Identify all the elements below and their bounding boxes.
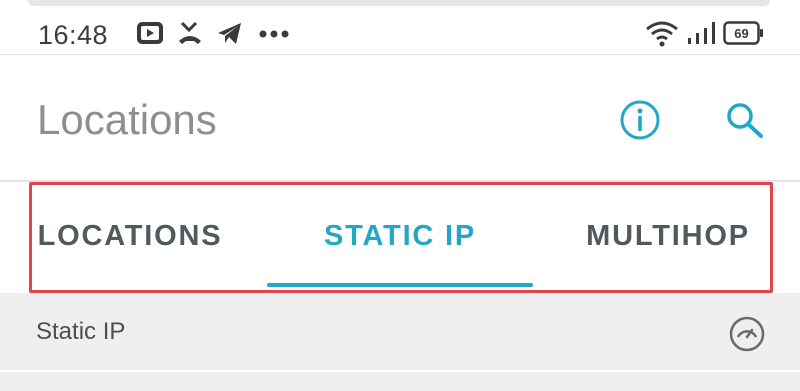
missed-call-icon <box>179 21 201 44</box>
telegram-icon <box>218 23 241 44</box>
section-label: Static IP <box>36 318 126 345</box>
wifi-icon <box>646 21 678 47</box>
tab-multihop-label: MULTIHOP <box>586 220 750 252</box>
tab-static-ip-label: STATIC IP <box>323 220 477 252</box>
section-header: Static IP <box>0 293 800 391</box>
active-tab-indicator <box>267 283 533 287</box>
page-title: Locations <box>37 96 217 143</box>
status-time: 16:48 <box>38 20 109 50</box>
more-dots-icon <box>259 30 289 38</box>
tab-static-ip[interactable]: STATIC IP <box>290 182 510 290</box>
tab-locations-label: LOCATIONS <box>37 220 223 252</box>
tab-multihop[interactable]: MULTIHOP <box>563 182 773 290</box>
app-bar: Locations <box>0 55 800 182</box>
battery-icon: 69 <box>723 21 763 45</box>
info-icon[interactable] <box>619 99 661 141</box>
signal-icon <box>688 22 715 44</box>
search-icon[interactable] <box>724 101 768 141</box>
youtube-icon <box>137 22 163 44</box>
speedometer-icon[interactable] <box>728 315 766 353</box>
tab-locations[interactable]: LOCATIONS <box>20 182 240 290</box>
status-bar: 16:48 69 <box>0 6 800 55</box>
battery-level: 69 <box>734 26 748 41</box>
tab-bar: LOCATIONS STATIC IP MULTIHOP <box>0 182 800 290</box>
section-divider <box>0 370 800 372</box>
